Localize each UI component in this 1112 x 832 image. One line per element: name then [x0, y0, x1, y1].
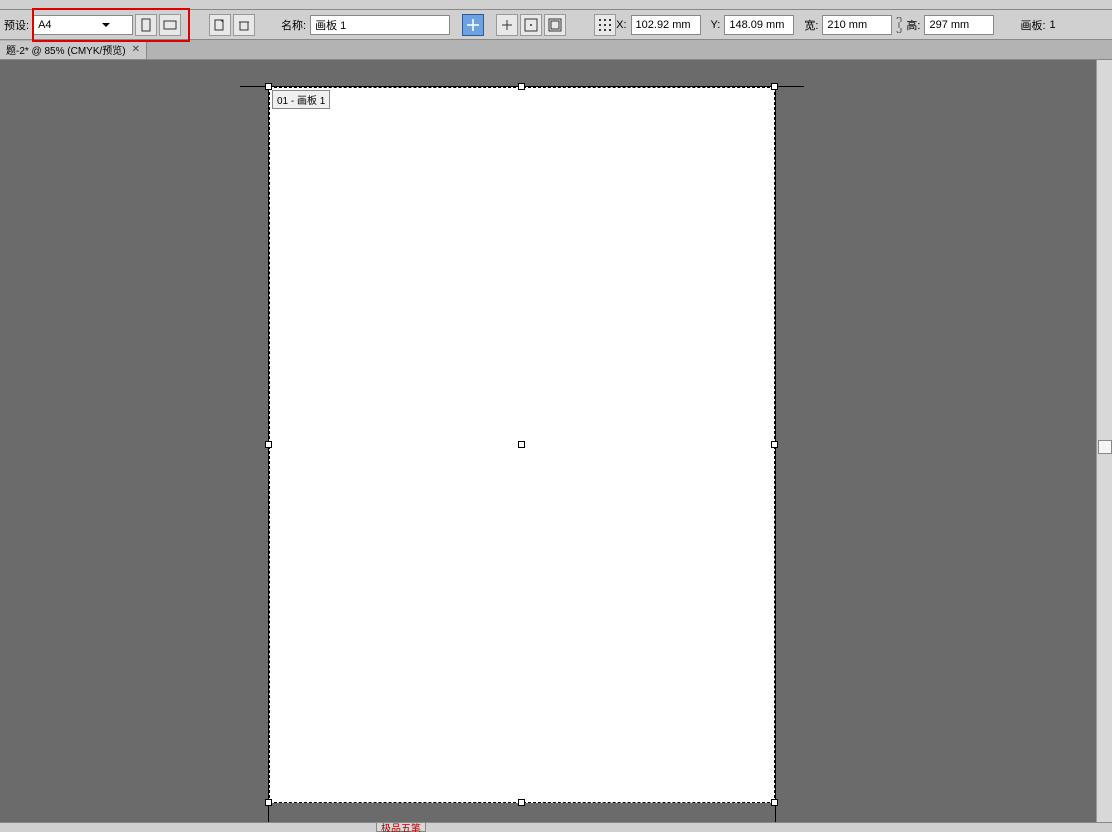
h-label: 高:	[906, 17, 920, 33]
status-bar	[0, 822, 1112, 832]
chevron-down-icon	[102, 23, 110, 27]
safe-area-button[interactable]	[544, 14, 566, 36]
y-label: Y:	[711, 19, 721, 31]
portrait-icon	[139, 18, 153, 32]
orientation-portrait-button[interactable]	[135, 14, 157, 36]
artboard-label: 01 - 画板 1	[272, 90, 330, 109]
document-tab[interactable]: 题-2* @ 85% (CMYK/预览) ✕	[0, 41, 147, 59]
artboard-name-input[interactable]	[310, 15, 450, 35]
center-dot-icon	[524, 18, 538, 32]
handle-bc[interactable]	[518, 799, 525, 806]
x-label: X:	[616, 19, 626, 31]
trash-icon	[237, 18, 251, 32]
handle-tl[interactable]	[265, 83, 272, 90]
close-icon[interactable]: ✕	[132, 44, 140, 55]
delete-artboard-button[interactable]	[233, 14, 255, 36]
artboard-index-value: 1	[1050, 19, 1056, 31]
reference-point-button[interactable]	[594, 14, 616, 36]
w-label: 宽:	[804, 17, 818, 33]
artboard-index-label: 画板:	[1020, 17, 1045, 33]
height-input[interactable]	[924, 15, 994, 35]
document-tab-title: 题-2* @ 85% (CMYK/预览)	[6, 42, 126, 57]
preset-value: A4	[38, 19, 98, 31]
width-input[interactable]	[822, 15, 892, 35]
landscape-icon	[163, 18, 177, 32]
ime-indicator[interactable]: 极品五笔	[376, 822, 426, 832]
handle-tc[interactable]	[518, 83, 525, 90]
artboard-options-toolbar: 预设: A4 名称: X: Y:	[0, 10, 1112, 40]
y-input[interactable]	[724, 15, 794, 35]
preset-label: 预设:	[4, 17, 29, 33]
vertical-scrollbar[interactable]	[1096, 60, 1112, 832]
move-with-artboard-button[interactable]	[462, 14, 484, 36]
preset-dropdown[interactable]: A4	[33, 15, 133, 35]
link-wh-button[interactable]	[892, 15, 906, 35]
scroll-thumb[interactable]	[1098, 440, 1112, 454]
handle-bl[interactable]	[265, 799, 272, 806]
canvas-area[interactable]: 01 - 画板 1 极品五笔	[0, 60, 1112, 832]
handle-mc[interactable]	[518, 441, 525, 448]
page-plus-icon	[213, 18, 227, 32]
handle-tr[interactable]	[771, 83, 778, 90]
document-tab-strip: 题-2* @ 85% (CMYK/预览) ✕	[0, 40, 1112, 60]
orientation-landscape-button[interactable]	[159, 14, 181, 36]
ime-text: 极品五笔	[381, 820, 421, 832]
x-input[interactable]	[631, 15, 701, 35]
handle-ml[interactable]	[265, 441, 272, 448]
inset-rect-icon	[548, 18, 562, 32]
show-cross-button[interactable]	[496, 14, 518, 36]
menu-strip	[0, 0, 1112, 10]
name-label: 名称:	[281, 17, 306, 33]
arrows-move-icon	[466, 18, 480, 32]
handle-mr[interactable]	[771, 441, 778, 448]
link-icon	[894, 17, 904, 33]
show-center-button[interactable]	[520, 14, 542, 36]
new-artboard-button[interactable]	[209, 14, 231, 36]
handle-br[interactable]	[771, 799, 778, 806]
crosshair-icon	[500, 18, 514, 32]
nine-grid-icon	[598, 18, 612, 32]
